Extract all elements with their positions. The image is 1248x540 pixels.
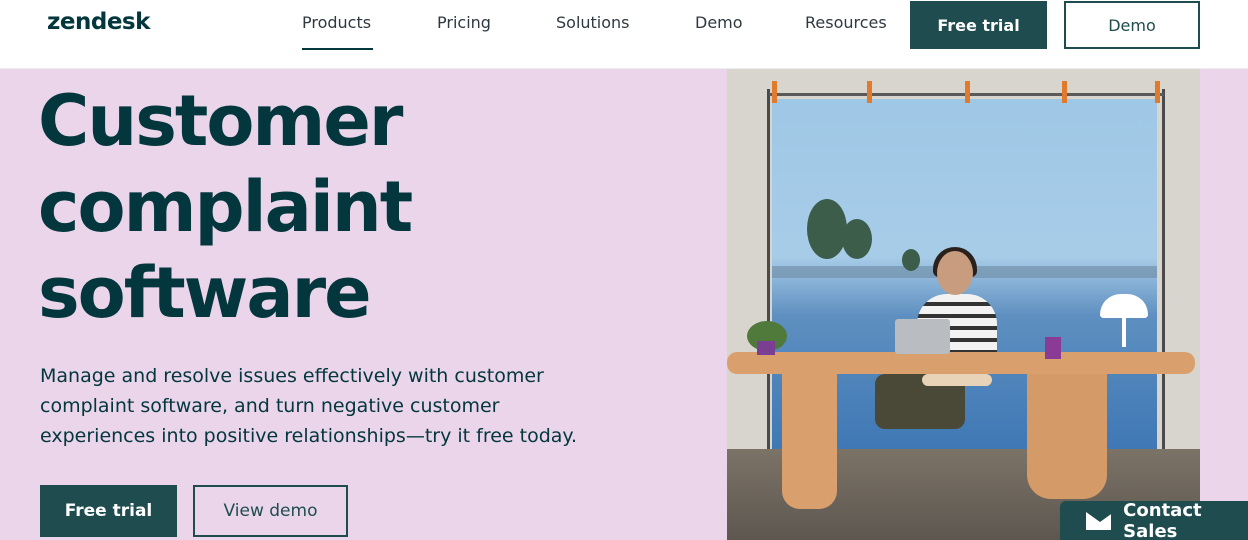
photo-lamp-stem — [1122, 317, 1126, 347]
hero-title-line: Customer — [38, 80, 403, 162]
header-demo-button[interactable]: Demo — [1064, 1, 1200, 49]
view-demo-button[interactable]: View demo — [193, 485, 348, 537]
hero-section: Customer complaint software Manage and r… — [0, 69, 727, 540]
nav-solutions[interactable]: Solutions — [556, 13, 630, 32]
header-free-trial-button[interactable]: Free trial — [910, 1, 1047, 49]
photo-laptop — [895, 319, 950, 354]
photo-pencil-cup — [1045, 337, 1061, 359]
nav-products[interactable]: Products — [302, 13, 371, 32]
photo-clip — [772, 81, 777, 103]
hero-free-trial-button[interactable]: Free trial — [40, 485, 177, 537]
contact-sales-label: Contact Sales — [1123, 499, 1202, 540]
photo-clip — [1062, 81, 1067, 103]
photo-tree — [807, 199, 847, 259]
photo-tree — [902, 249, 920, 271]
photo-clip — [1155, 81, 1160, 103]
photo-desk — [727, 352, 1195, 374]
photo-desk-leg — [1027, 369, 1107, 499]
hero-title-line: software — [38, 252, 372, 334]
photo-clip — [867, 81, 872, 103]
hero-photo — [727, 69, 1200, 540]
hero-description: Manage and resolve issues effectively wi… — [40, 361, 600, 451]
photo-person-head — [937, 251, 973, 295]
photo-stand — [767, 89, 770, 449]
nav-pricing[interactable]: Pricing — [437, 13, 491, 32]
hero-title-line: complaint — [38, 166, 413, 248]
contact-sales-button[interactable]: Contact Sales — [1060, 499, 1248, 540]
zendesk-logo[interactable]: zendesk — [47, 9, 150, 35]
photo-clip — [965, 81, 970, 103]
nav-resources[interactable]: Resources — [805, 13, 887, 32]
photo-pot — [757, 341, 775, 355]
photo-stand — [1162, 89, 1165, 449]
hero-title: Customer complaint software — [38, 78, 413, 336]
nav-active-indicator — [302, 48, 373, 50]
hero-description-line: experiences into positive relationships—… — [40, 425, 577, 447]
hero-description-line: Manage and resolve issues effectively wi… — [40, 365, 544, 387]
photo-chair — [922, 374, 992, 386]
hero-image-container — [727, 69, 1248, 540]
photo-desk-leg — [782, 369, 837, 509]
hero-description-line: complaint software, and turn negative cu… — [40, 395, 500, 417]
photo-tree — [842, 219, 872, 259]
top-navigation-bar: zendesk Products Pricing Solutions Demo … — [0, 0, 1248, 69]
nav-demo[interactable]: Demo — [695, 13, 743, 32]
mail-icon — [1086, 511, 1115, 530]
